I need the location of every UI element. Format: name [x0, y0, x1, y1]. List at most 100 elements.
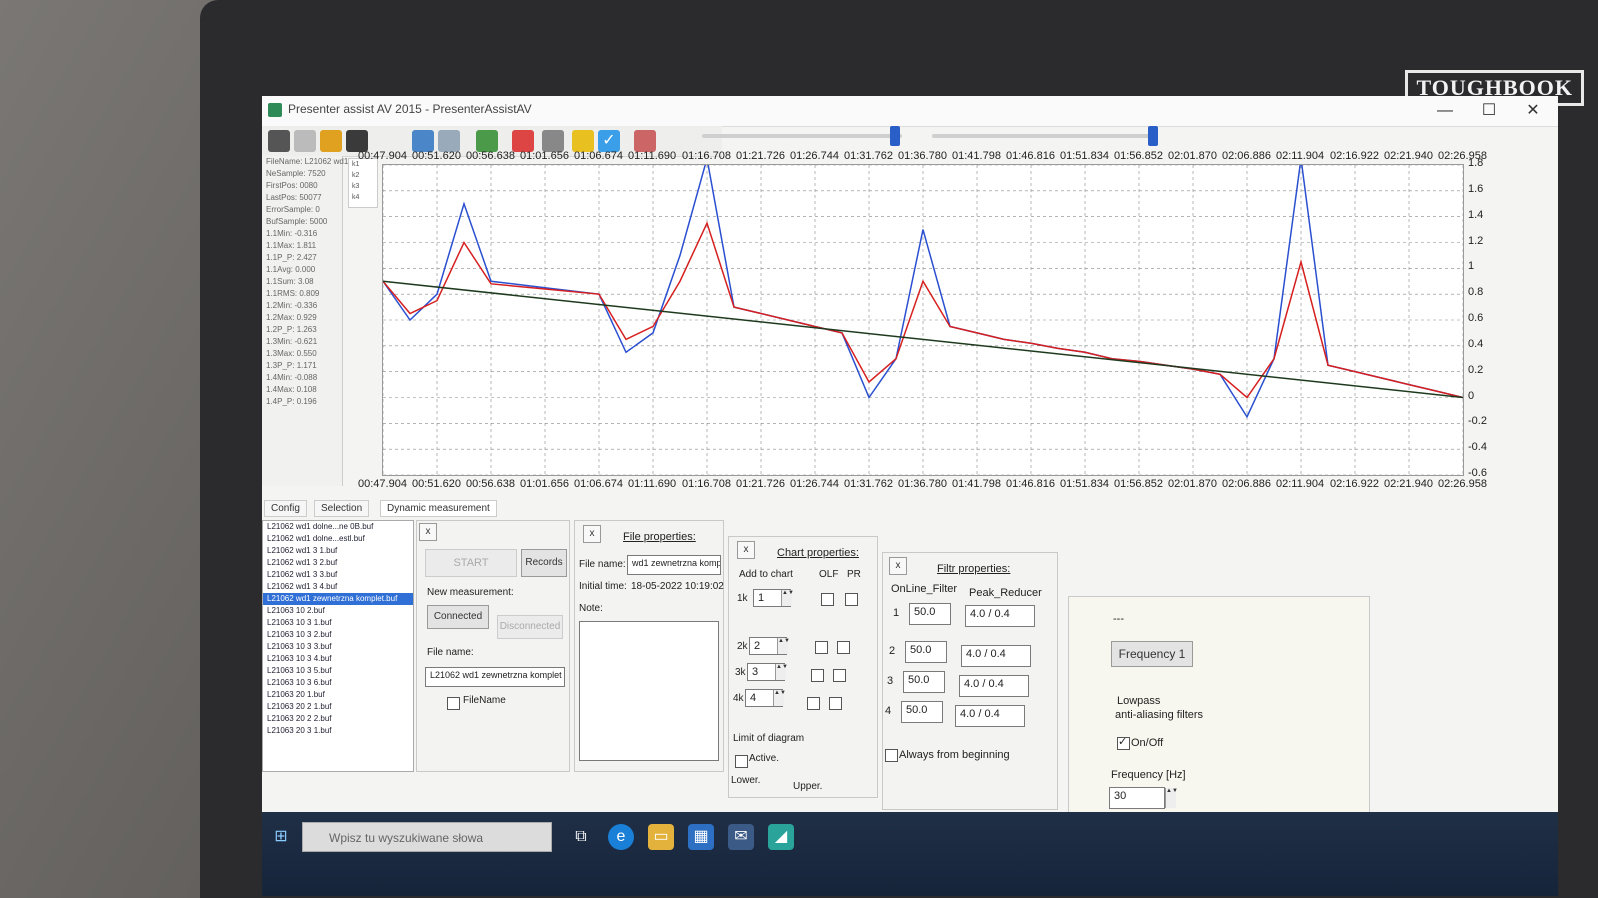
- tab-config[interactable]: Config: [264, 500, 307, 517]
- tools-icon[interactable]: [634, 130, 656, 152]
- signal-chart[interactable]: [382, 158, 1464, 476]
- row2-spin[interactable]: ▲▼: [777, 638, 790, 654]
- filter-properties-close-button[interactable]: x: [889, 557, 907, 575]
- disconnected-button[interactable]: Disconnected: [497, 615, 563, 639]
- tab-dynamic-measurement[interactable]: Dynamic measurement: [380, 500, 497, 517]
- measurement-close-button[interactable]: x: [419, 523, 437, 541]
- file-list-item[interactable]: L21062 wd1 3 2.buf: [263, 557, 413, 569]
- file-properties-close-button[interactable]: x: [583, 525, 601, 543]
- records-button[interactable]: Records: [521, 549, 567, 577]
- monitor-icon[interactable]: [412, 130, 434, 152]
- online-filter-label: OnLine_Filter: [891, 583, 958, 595]
- minimize-button[interactable]: —: [1428, 100, 1462, 122]
- row3-olf-checkbox[interactable]: [811, 669, 824, 682]
- always-from-beginning-checkbox[interactable]: [885, 749, 898, 762]
- time-slider-right-thumb[interactable]: [1148, 126, 1158, 146]
- filter-row4-peak[interactable]: 4.0 / 0.4: [955, 705, 1025, 727]
- row2-pr-checkbox[interactable]: [837, 641, 850, 654]
- save-icon[interactable]: [268, 130, 290, 152]
- statistics-panel: FileName: L21062 wd1 ... NeSample: 7520 Fi…: [262, 156, 357, 486]
- file-list-item[interactable]: L21063 10 3 2.buf: [263, 629, 413, 641]
- close-button[interactable]: ✕: [1516, 100, 1550, 122]
- frequency-hz-spin[interactable]: ▲▼: [1165, 788, 1178, 808]
- filter-row2-online[interactable]: 50.0: [905, 641, 947, 663]
- frequency-1-button[interactable]: Frequency 1: [1111, 641, 1193, 667]
- time-slider-right[interactable]: [932, 126, 1158, 146]
- row4-pr-checkbox[interactable]: [829, 697, 842, 710]
- stop-icon[interactable]: [512, 130, 534, 152]
- file-list-item[interactable]: L21063 20 2 2.buf: [263, 713, 413, 725]
- stat-line: FirstPos: 0080: [266, 181, 318, 190]
- filter-row1-online[interactable]: 50.0: [909, 603, 951, 625]
- chart-properties-close-button[interactable]: x: [737, 541, 755, 559]
- row3-pr-checkbox[interactable]: [833, 669, 846, 682]
- file-list-item[interactable]: L21063 10 3 1.buf: [263, 617, 413, 629]
- row2-olf-checkbox[interactable]: [815, 641, 828, 654]
- filter-row4-online[interactable]: 50.0: [901, 701, 943, 723]
- file-list-item[interactable]: L21062 wd1 dolne...ne 0B.buf: [263, 521, 413, 533]
- file-list-item[interactable]: L21063 20 2 1.buf: [263, 701, 413, 713]
- taskbar: ⊞ Wpisz tu wyszukiwane słowa ⧉ e ▭ ▦ ✉ ◢: [262, 812, 1558, 896]
- active-checkbox[interactable]: [735, 755, 748, 768]
- file-name-input[interactable]: L21062 wd1 zewnetrzna komplet: [425, 667, 565, 687]
- zoom-icon[interactable]: [438, 130, 460, 152]
- maximize-button[interactable]: ☐: [1472, 100, 1506, 122]
- time-slider-left[interactable]: [702, 126, 902, 146]
- filter-row2-peak[interactable]: 4.0 / 0.4: [961, 645, 1031, 667]
- export-icon[interactable]: [572, 130, 594, 152]
- file-list-item[interactable]: L21063 10 2.buf: [263, 605, 413, 617]
- store-icon[interactable]: ▦: [688, 824, 714, 850]
- stat-line: LastPos: 50077: [266, 193, 322, 202]
- file-list-item[interactable]: L21063 20 3 1.buf: [263, 725, 413, 737]
- row1-spin[interactable]: ▲▼: [781, 590, 794, 606]
- edge-browser-icon[interactable]: e: [608, 824, 634, 850]
- file-explorer-icon[interactable]: ▭: [648, 824, 674, 850]
- x-tick-label-bottom: 00:51.620: [412, 478, 461, 490]
- file-list[interactable]: L21062 wd1 dolne...ne 0B.buf L21062 wd1 d…: [262, 520, 414, 772]
- time-slider-left-thumb[interactable]: [890, 126, 900, 146]
- row1-olf-checkbox[interactable]: [821, 593, 834, 606]
- stat-line: 1.3Min: -0.621: [266, 337, 318, 346]
- row1-pr-checkbox[interactable]: [845, 593, 858, 606]
- note-textarea[interactable]: [579, 621, 719, 761]
- row3-spin[interactable]: ▲▼: [775, 664, 788, 680]
- file-list-item[interactable]: L21063 20 1.buf: [263, 689, 413, 701]
- x-tick-label-bottom: 01:11.690: [628, 478, 677, 490]
- filename-checkbox[interactable]: [447, 697, 460, 710]
- windows-start-icon[interactable]: ⊞: [268, 824, 294, 850]
- file-list-item[interactable]: L21062 wd1 zewnetrzna komplet.buf: [263, 593, 413, 605]
- file-list-item[interactable]: L21063 10 3 4.buf: [263, 653, 413, 665]
- row4-k-label: 4k: [733, 693, 744, 704]
- file-name-prop-input[interactable]: wd1 zewnetrzna komplet.buf: [627, 555, 721, 575]
- connected-button[interactable]: Connected: [427, 605, 489, 629]
- onoff-checkbox[interactable]: [1117, 735, 1130, 750]
- taskbar-search-input[interactable]: Wpisz tu wyszukiwane słowa: [302, 822, 552, 852]
- file-list-item[interactable]: L21062 wd1 3 1.buf: [263, 545, 413, 557]
- list-icon[interactable]: [542, 130, 564, 152]
- file-list-item[interactable]: L21063 10 3 6.buf: [263, 677, 413, 689]
- presenter-app-taskbar-icon[interactable]: ◢: [768, 824, 794, 850]
- tab-selection[interactable]: Selection: [314, 500, 370, 517]
- filter-row3-online[interactable]: 50.0: [903, 671, 945, 693]
- frequency-hz-input[interactable]: 30: [1109, 787, 1165, 809]
- row4-spin[interactable]: ▲▼: [773, 690, 786, 706]
- mail-icon[interactable]: ✉: [728, 824, 754, 850]
- start-button[interactable]: START: [425, 549, 517, 577]
- filter-row1-peak[interactable]: 4.0 / 0.4: [965, 605, 1035, 627]
- file-list-item[interactable]: L21063 10 3 3.buf: [263, 641, 413, 653]
- x-tick-label-bottom: 02:26.958: [1438, 478, 1487, 490]
- row4-olf-checkbox[interactable]: [807, 697, 820, 710]
- task-view-icon[interactable]: ⧉: [568, 824, 594, 850]
- help-icon[interactable]: [320, 130, 342, 152]
- filter-row3-peak[interactable]: 4.0 / 0.4: [959, 675, 1029, 697]
- file-list-item[interactable]: L21062 wd1 3 4.buf: [263, 581, 413, 593]
- chart-settings-icon[interactable]: [476, 130, 498, 152]
- x-tick-label-bottom: 02:21.940: [1384, 478, 1433, 490]
- device-icon[interactable]: [346, 130, 368, 152]
- copy-icon[interactable]: [294, 130, 316, 152]
- file-list-item[interactable]: L21063 10 3 5.buf: [263, 665, 413, 677]
- x-tick-label-bottom: 02:11.904: [1276, 478, 1325, 490]
- check-icon[interactable]: ✓: [598, 130, 620, 152]
- file-list-item[interactable]: L21062 wd1 3 3.buf: [263, 569, 413, 581]
- file-list-item[interactable]: L21062 wd1 dolne...estl.buf: [263, 533, 413, 545]
